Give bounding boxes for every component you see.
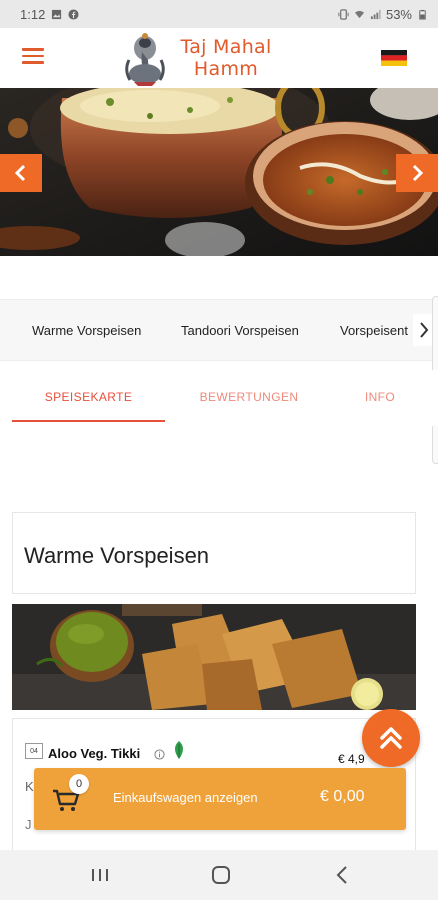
chevron-right-icon bbox=[412, 164, 424, 182]
cart-label: Einkaufswagen anzeigen bbox=[113, 790, 258, 805]
hamburger-icon-line bbox=[22, 54, 44, 57]
back-icon[interactable] bbox=[331, 864, 355, 886]
recent-apps-icon[interactable] bbox=[88, 864, 112, 886]
category-scroller[interactable]: Warme Vorspeisen Tandoori Vorspeisen Vor… bbox=[0, 299, 438, 361]
battery-percent: 53% bbox=[385, 6, 412, 22]
hero-food-photo bbox=[0, 88, 438, 256]
cart-count-badge: 0 bbox=[69, 774, 89, 794]
status-time: 1:12 bbox=[20, 6, 46, 22]
ganesha-logo-icon bbox=[122, 30, 168, 86]
product-name[interactable]: Aloo Veg. Tikki bbox=[48, 746, 140, 761]
logo-text-line2: Hamm bbox=[193, 58, 259, 80]
info-icon[interactable] bbox=[154, 749, 165, 760]
active-tab-indicator bbox=[12, 420, 165, 422]
status-bar: 1:12 53% bbox=[0, 0, 438, 28]
restaurant-logo[interactable]: Taj Mahal Hamm bbox=[122, 30, 282, 86]
german-flag-icon[interactable] bbox=[381, 50, 407, 66]
hamburger-icon-line bbox=[22, 48, 44, 51]
logo-text: Taj Mahal Hamm bbox=[170, 36, 282, 80]
chevron-right-icon bbox=[420, 322, 429, 338]
app-header: Taj Mahal Hamm bbox=[0, 28, 438, 88]
chevron-left-icon bbox=[14, 164, 26, 182]
hamburger-menu-button[interactable] bbox=[22, 48, 44, 66]
double-chevron-up-icon bbox=[380, 727, 402, 749]
product-number-badge: 04 bbox=[25, 743, 43, 759]
scroll-to-top-button[interactable] bbox=[362, 709, 420, 767]
content-tabs: SPEISEKARTE BEWERTUNGEN INFO bbox=[0, 370, 438, 426]
hero-next-button[interactable] bbox=[396, 154, 438, 192]
section-title: Warme Vorspeisen bbox=[24, 543, 210, 568]
section-image bbox=[12, 604, 416, 710]
category-item-vorspeisen[interactable]: Vorspeisent bbox=[340, 323, 408, 338]
gallery-notification-icon bbox=[52, 9, 62, 19]
wifi-icon bbox=[354, 10, 365, 18]
hero-banner-image bbox=[0, 88, 438, 256]
logo-text-line1: Taj Mahal bbox=[180, 36, 272, 58]
menu-section-header: Warme Vorspeisen bbox=[12, 512, 416, 594]
category-item-warme-vorspeisen[interactable]: Warme Vorspeisen bbox=[32, 323, 141, 338]
home-icon[interactable] bbox=[209, 864, 233, 886]
hamburger-icon-line bbox=[22, 61, 44, 64]
view-cart-button[interactable]: 0 Einkaufswagen anzeigen € 0,00 bbox=[34, 768, 406, 830]
cart-total: € 0,00 bbox=[320, 788, 365, 805]
product-price: € 4,9 bbox=[338, 752, 365, 766]
system-nav-bar bbox=[0, 850, 438, 900]
facebook-notification-icon bbox=[68, 8, 79, 20]
product-description: K bbox=[25, 779, 34, 794]
vegetarian-leaf-icon bbox=[175, 741, 183, 759]
signal-icon bbox=[370, 9, 381, 19]
tab-info[interactable]: INFO bbox=[350, 390, 410, 404]
samosa-photo bbox=[12, 604, 416, 710]
battery-icon bbox=[419, 9, 426, 20]
product-description-line2: J bbox=[25, 817, 32, 832]
hero-prev-button[interactable] bbox=[0, 154, 42, 192]
tab-speisekarte[interactable]: SPEISEKARTE bbox=[12, 390, 165, 404]
status-left: 1:12 bbox=[20, 7, 79, 22]
category-item-tandoori-vorspeisen[interactable]: Tandoori Vorspeisen bbox=[181, 323, 299, 338]
status-right: 53% bbox=[338, 7, 428, 22]
app-screen: 1:12 53% Taj Mahal Hamm Warme Vorspeisen… bbox=[0, 0, 438, 900]
vibrate-icon bbox=[338, 8, 349, 20]
tab-bewertungen[interactable]: BEWERTUNGEN bbox=[180, 390, 318, 404]
